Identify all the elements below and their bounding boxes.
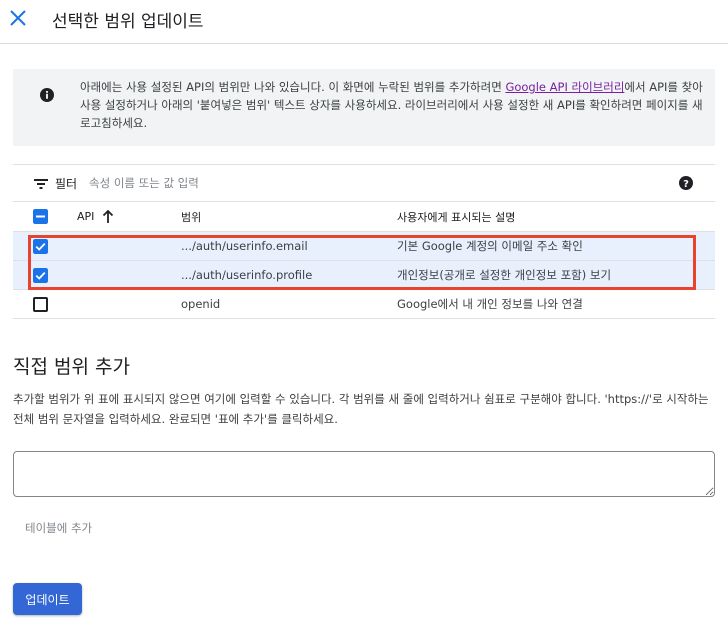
filter-bar: 필터 ? [13, 164, 715, 202]
table-row[interactable]: openid Google에서 내 개인 정보를 나와 연결 [13, 290, 715, 319]
add-to-table-button[interactable]: 테이블에 추가 [25, 520, 92, 536]
table-row[interactable]: .../auth/userinfo.email 기본 Google 계정의 이메… [13, 232, 715, 261]
dialog-title: 선택한 범위 업데이트 [52, 12, 204, 32]
help-icon[interactable]: ? [678, 175, 694, 191]
scopes-table: API 범위 사용자에게 표시되는 설명 .../auth/userinfo.e… [13, 202, 715, 319]
row-description: 개인정보(공개로 설정한 개인정보 포함) 보기 [397, 268, 612, 282]
api-library-link[interactable]: Google API 라이브러리 [505, 80, 624, 94]
row-checkbox-unchecked[interactable] [33, 296, 48, 312]
row-description: 기본 Google 계정의 이메일 주소 확인 [397, 239, 583, 253]
dialog-header: 선택한 범위 업데이트 [0, 0, 728, 44]
info-banner: 아래에는 사용 설정된 API의 범위만 나와 있습니다. 이 화면에 누락된 … [13, 69, 715, 146]
info-text-start: 아래에는 사용 설정된 API의 범위만 나와 있습니다. 이 화면에 누락된 … [80, 80, 506, 94]
update-button[interactable]: 업데이트 [13, 583, 82, 615]
row-checkbox-checked[interactable] [33, 267, 48, 283]
column-header-api-label: API [77, 210, 95, 223]
row-checkbox-cell [33, 261, 51, 289]
select-all-checkbox[interactable] [33, 209, 48, 224]
row-scope: openid [181, 297, 221, 311]
info-text: 아래에는 사용 설정된 API의 범위만 나와 있습니다. 이 화면에 누락된 … [80, 78, 705, 132]
manual-scopes-title: 직접 범위 추가 [13, 356, 130, 378]
table-header-row: API 범위 사용자에게 표시되는 설명 [13, 202, 715, 232]
row-checkbox-cell [33, 290, 51, 318]
row-checkbox-cell [33, 232, 51, 260]
arrow-up-icon[interactable] [102, 209, 114, 224]
filter-label: 필터 [55, 177, 78, 191]
info-icon [40, 88, 54, 102]
header-checkbox-cell [33, 202, 51, 231]
column-header-description: 사용자에게 표시되는 설명 [397, 210, 516, 224]
manual-scopes-input[interactable] [13, 451, 715, 497]
table-row[interactable]: .../auth/userinfo.profile 개인정보(공개로 설정한 개… [13, 261, 715, 290]
close-icon [10, 10, 26, 26]
manual-scopes-description: 추가할 범위가 위 표에 표시되지 않으면 여기에 입력할 수 있습니다. 각 … [13, 392, 709, 426]
column-header-scope: 범위 [181, 210, 202, 224]
row-scope: .../auth/userinfo.profile [181, 268, 313, 282]
close-button[interactable] [6, 6, 30, 30]
row-checkbox-checked[interactable] [33, 238, 48, 254]
column-header-api[interactable]: API [77, 202, 114, 231]
row-description: Google에서 내 개인 정보를 나와 연결 [397, 297, 583, 311]
filter-icon[interactable] [33, 177, 49, 191]
row-scope: .../auth/userinfo.email [181, 239, 308, 253]
filter-input[interactable] [89, 172, 669, 194]
svg-text:?: ? [683, 179, 689, 190]
